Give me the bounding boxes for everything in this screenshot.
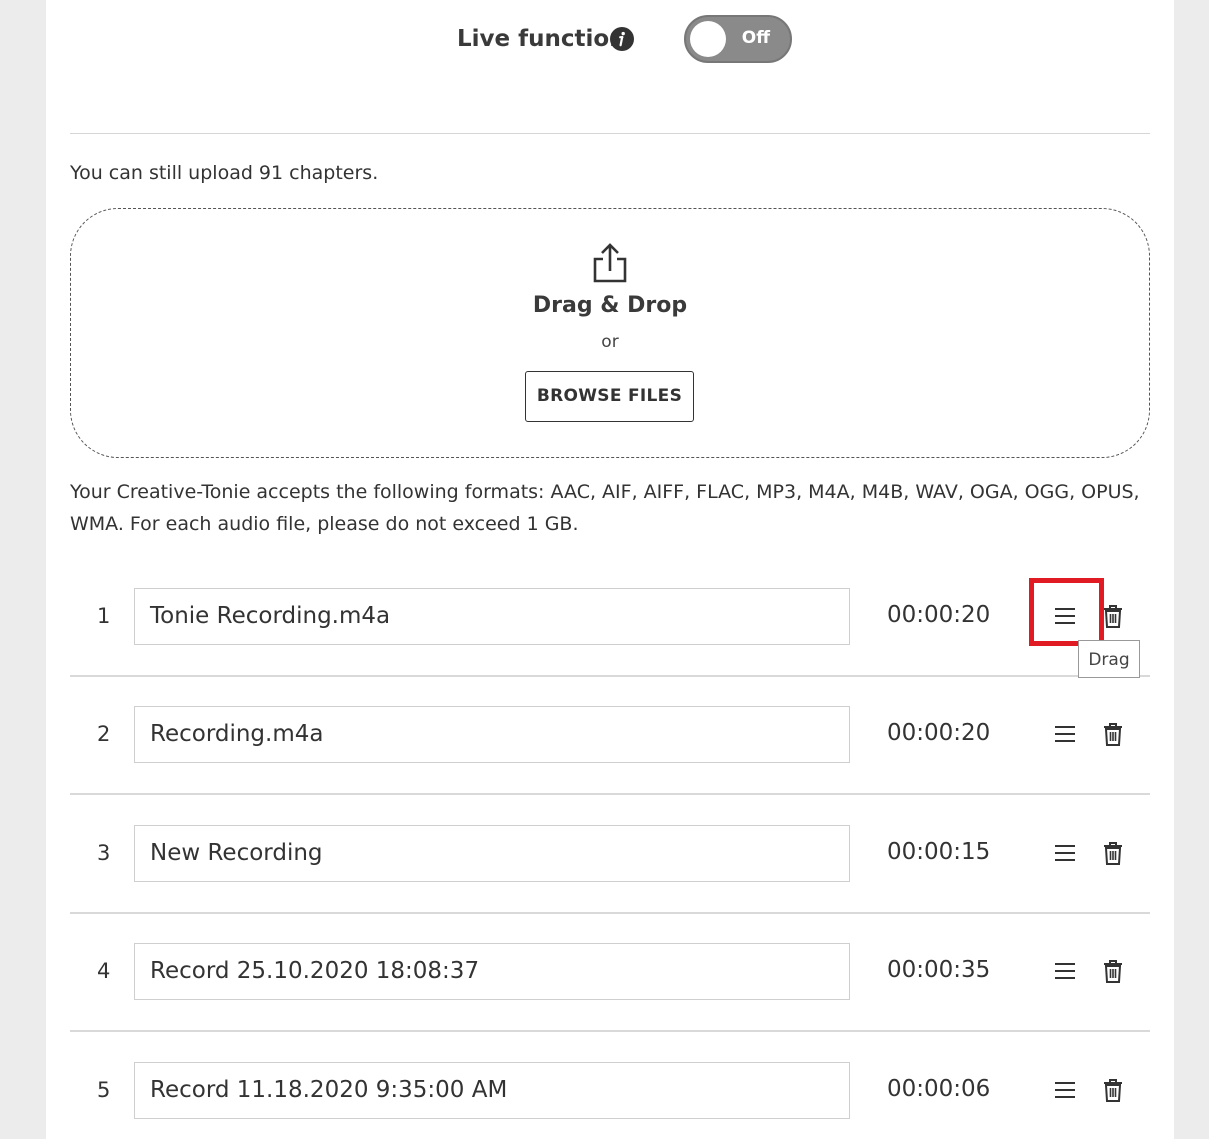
remaining-chapters-note: You can still upload 91 chapters. [70, 162, 379, 184]
row-divider [70, 675, 1150, 677]
toggle-knob [690, 21, 726, 57]
row-divider [70, 793, 1150, 795]
chapter-title-input[interactable]: Record 11.18.2020 9:35:00 AM [134, 1062, 850, 1119]
info-icon[interactable] [610, 27, 634, 51]
drag-handle-icon[interactable] [1053, 723, 1077, 745]
drag-handle-icon[interactable] [1053, 842, 1077, 864]
upload-icon [593, 243, 627, 283]
trash-icon[interactable] [1103, 604, 1123, 628]
chapter-number: 5 [97, 1078, 111, 1102]
chapter-number: 3 [97, 841, 111, 865]
chapter-duration: 00:00:20 [887, 602, 991, 628]
trash-icon[interactable] [1103, 722, 1123, 746]
supported-formats-note: Your Creative-Tonie accepts the followin… [70, 481, 1140, 535]
chapter-row: 3 New Recording 00:00:15 [70, 825, 1150, 943]
chapter-title-input[interactable]: Recording.m4a [134, 706, 850, 763]
drag-drop-zone[interactable]: Drag & Drop or BROWSE FILES [70, 208, 1150, 458]
drag-drop-title: Drag & Drop [532, 293, 688, 318]
browse-files-button[interactable]: BROWSE FILES [525, 371, 694, 422]
drag-tooltip: Drag [1078, 640, 1140, 678]
drag-handle-highlight [1029, 578, 1104, 646]
row-divider [70, 1030, 1150, 1032]
chapter-number: 1 [97, 604, 111, 628]
chapter-title-input[interactable]: Tonie Recording.m4a [134, 588, 850, 645]
live-function-label: Live function [457, 26, 626, 52]
or-text: or [601, 332, 619, 352]
chapter-number: 4 [97, 959, 111, 983]
drag-handle-icon[interactable] [1053, 960, 1077, 982]
drag-handle-icon[interactable] [1053, 1079, 1077, 1101]
live-function-toggle[interactable]: Off [684, 15, 792, 63]
section-divider [70, 133, 1150, 134]
toggle-state-label: Off [741, 28, 770, 48]
trash-icon[interactable] [1103, 841, 1123, 865]
chapter-duration: 00:00:35 [887, 957, 991, 983]
chapter-duration: 00:00:20 [887, 720, 991, 746]
chapter-row: 2 Recording.m4a 00:00:20 [70, 706, 1150, 824]
trash-icon[interactable] [1103, 1078, 1123, 1102]
trash-icon[interactable] [1103, 959, 1123, 983]
content-card: Live function Off You can still upload 9… [46, 0, 1174, 1139]
chapter-duration: 00:00:06 [887, 1076, 991, 1102]
chapter-number: 2 [97, 722, 111, 746]
chapter-row: 1 Tonie Recording.m4a 00:00:20 [70, 588, 1150, 706]
chapter-row: 5 Record 11.18.2020 9:35:00 AM 00:00:06 [70, 1062, 1150, 1139]
chapter-duration: 00:00:15 [887, 839, 991, 865]
chapter-title-input[interactable]: Record 25.10.2020 18:08:37 [134, 943, 850, 1000]
chapter-row: 4 Record 25.10.2020 18:08:37 00:00:35 [70, 943, 1150, 1061]
chapter-title-input[interactable]: New Recording [134, 825, 850, 882]
row-divider [70, 912, 1150, 914]
